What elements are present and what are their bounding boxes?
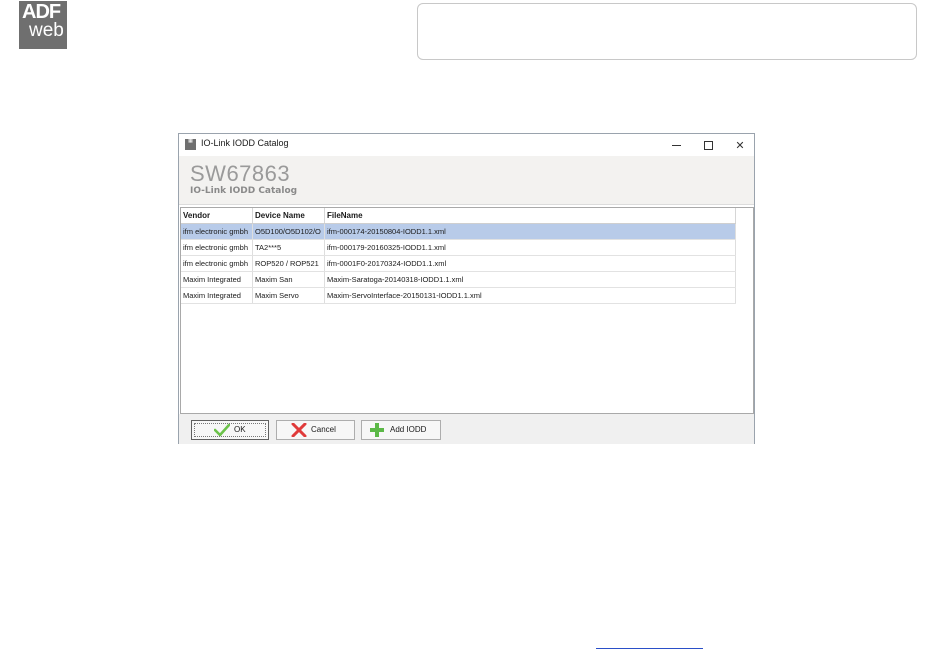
table-header: Vendor Device Name FileName <box>181 208 736 224</box>
cancel-label: Cancel <box>311 425 336 434</box>
cell-device-name: Maxim Servo <box>253 288 325 303</box>
plus-icon <box>370 423 384 437</box>
cell-device-name: O5D100/O5D102/O <box>253 224 325 239</box>
table-row[interactable]: ifm electronic gmbh ROP520 / ROP521 ifm-… <box>181 256 736 272</box>
logo-line-2: web <box>29 20 64 41</box>
cell-filename: Maxim-ServoInterface-20150131-IODD1.1.xm… <box>325 288 736 303</box>
adf-logo: ADF web <box>19 1 67 49</box>
app-icon: ▦ <box>185 139 196 150</box>
iodd-catalog-window: ▦ IO-Link IODD Catalog ✕ SW67863 IO-Link… <box>178 133 755 444</box>
minimize-button[interactable] <box>660 134 692 156</box>
cell-filename: ifm-000174-20150804-IODD1.1.xml <box>325 224 736 239</box>
add-iodd-button[interactable]: Add IODD <box>361 420 441 440</box>
cancel-button[interactable]: Cancel <box>276 420 355 440</box>
table-body: ifm electronic gmbh O5D100/O5D102/O ifm-… <box>181 224 736 304</box>
column-header-vendor[interactable]: Vendor <box>181 208 253 223</box>
cell-device-name: ROP520 / ROP521 <box>253 256 325 271</box>
column-header-device-name[interactable]: Device Name <box>253 208 325 223</box>
table-row[interactable]: Maxim Integrated Maxim San Maxim-Saratog… <box>181 272 736 288</box>
maximize-icon <box>703 140 713 150</box>
product-code: SW67863 <box>190 161 291 186</box>
ok-label: OK <box>234 425 246 434</box>
checkmark-icon <box>214 423 230 437</box>
cell-vendor: ifm electronic gmbh <box>181 224 253 239</box>
cell-filename: ifm-0001F0-20170324-IODD1.1.xml <box>325 256 736 271</box>
cell-vendor: Maxim Integrated <box>181 288 253 303</box>
footer-link-underline[interactable] <box>596 648 703 650</box>
cell-vendor: Maxim Integrated <box>181 272 253 287</box>
maximize-button[interactable] <box>692 134 724 156</box>
cell-device-name: Maxim San <box>253 272 325 287</box>
table-row[interactable]: ifm electronic gmbh O5D100/O5D102/O ifm-… <box>181 224 736 240</box>
title-bar[interactable]: ▦ IO-Link IODD Catalog ✕ <box>179 134 754 156</box>
cell-device-name: TA2***5 <box>253 240 325 255</box>
minimize-icon <box>671 144 681 146</box>
table-row[interactable]: Maxim Integrated Maxim Servo Maxim-Servo… <box>181 288 736 304</box>
cell-filename: ifm-000179-20160325-IODD1.1.xml <box>325 240 736 255</box>
banner-subtitle: IO-Link IODD Catalog <box>190 186 298 196</box>
column-header-filename[interactable]: FileName <box>325 208 736 223</box>
cancel-x-icon <box>291 423 307 437</box>
cell-vendor: ifm electronic gmbh <box>181 240 253 255</box>
header-box <box>417 3 917 60</box>
iodd-table[interactable]: Vendor Device Name FileName ifm electron… <box>180 207 754 414</box>
dialog-button-bar: OK Cancel Add IODD <box>179 414 754 444</box>
add-iodd-label: Add IODD <box>390 425 427 434</box>
table-row[interactable]: ifm electronic gmbh TA2***5 ifm-000179-2… <box>181 240 736 256</box>
cell-vendor: ifm electronic gmbh <box>181 256 253 271</box>
cell-filename: Maxim-Saratoga-20140318-IODD1.1.xml <box>325 272 736 287</box>
close-button[interactable]: ✕ <box>724 134 756 156</box>
close-icon: ✕ <box>735 138 745 152</box>
header-banner: SW67863 IO-Link IODD Catalog <box>179 156 754 205</box>
window-title: IO-Link IODD Catalog <box>201 138 289 148</box>
ok-button[interactable]: OK <box>191 420 269 440</box>
